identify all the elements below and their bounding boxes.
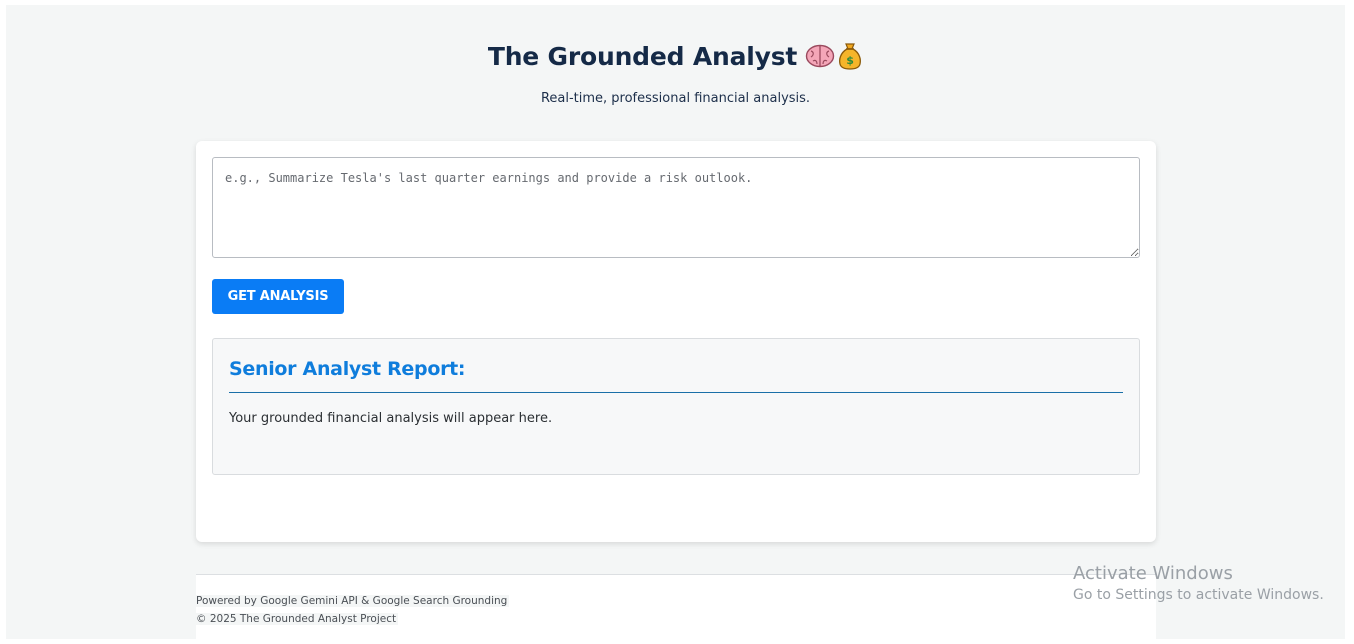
watermark-line-2: Go to Settings to activate Windows.	[1073, 587, 1324, 603]
footer-powered-by: Powered by Google Gemini API & Google Se…	[196, 595, 510, 607]
brain-icon	[805, 43, 835, 69]
page-title-text: The Grounded Analyst	[487, 41, 798, 71]
analysis-card: GET ANALYSIS Senior Analyst Report: Your…	[196, 141, 1156, 542]
get-analysis-button[interactable]: GET ANALYSIS	[212, 279, 344, 314]
footer-copyright: © 2025 The Grounded Analyst Project	[196, 613, 399, 625]
page-subtitle: Real-time, professional financial analys…	[540, 91, 811, 106]
page-header: The Grounded Analyst $ Real-time, profes…	[6, 41, 1345, 106]
app-page: The Grounded Analyst $ Real-time, profes…	[6, 5, 1345, 644]
title-icons: $	[805, 41, 863, 71]
svg-text:$: $	[846, 54, 853, 67]
watermark-line-1: Activate Windows	[1073, 563, 1233, 584]
money-bag-icon: $	[837, 41, 863, 71]
report-panel: Senior Analyst Report: Your grounded fin…	[212, 338, 1140, 475]
page-footer: Powered by Google Gemini API & Google Se…	[196, 574, 1156, 644]
report-body: Your grounded financial analysis will ap…	[229, 411, 553, 426]
report-title: Senior Analyst Report:	[229, 358, 466, 380]
report-divider	[229, 392, 1123, 393]
query-input[interactable]	[212, 157, 1140, 258]
page-title: The Grounded Analyst $	[488, 41, 863, 71]
windows-activation-watermark: Activate Windows Go to Settings to activ…	[1073, 563, 1324, 603]
